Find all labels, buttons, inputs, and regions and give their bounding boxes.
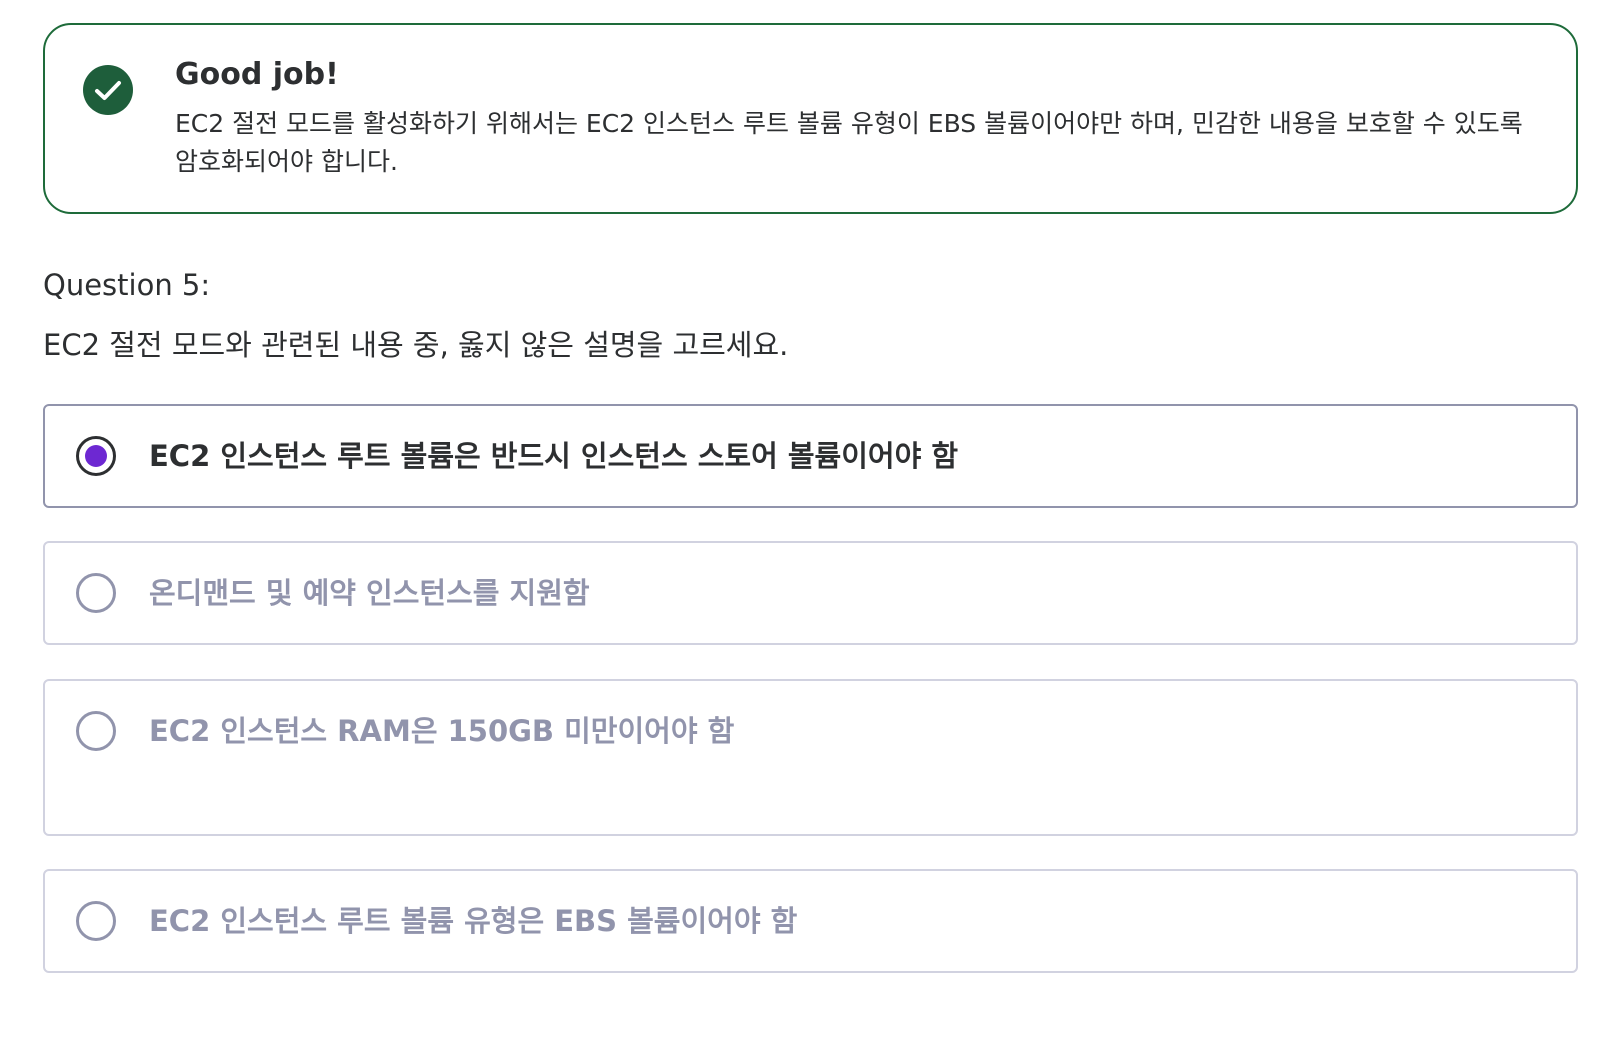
answer-option-4[interactable]: EC2 인스턴스 루트 볼륨 유형은 EBS 볼륨이어야 함 — [43, 869, 1578, 973]
answer-option-2[interactable]: 온디맨드 및 예약 인스턴스를 지원함 — [43, 541, 1578, 645]
feedback-explanation: EC2 절전 모드를 활성화하기 위해서는 EC2 인스턴스 루트 볼륨 유형이… — [175, 109, 1523, 176]
answer-option-label: EC2 인스턴스 루트 볼륨은 반드시 인스턴스 스토어 볼륨이어야 함 — [149, 439, 959, 473]
answer-option-1[interactable]: EC2 인스턴스 루트 볼륨은 반드시 인스턴스 스토어 볼륨이어야 함 — [43, 404, 1578, 508]
radio-button[interactable] — [76, 573, 116, 613]
radio-button[interactable] — [76, 436, 116, 476]
question-prompt: EC2 절전 모드와 관련된 내용 중, 옳지 않은 설명을 고르세요. — [43, 328, 789, 362]
radio-selected-dot — [85, 445, 107, 467]
answer-option-label: EC2 인스턴스 RAM은 150GB 미만이어야 함 — [149, 714, 735, 748]
question-number: Question 5: — [43, 268, 211, 302]
check-circle-icon — [83, 65, 133, 115]
radio-button[interactable] — [76, 711, 116, 751]
feedback-alert: Good job! EC2 절전 모드를 활성화하기 위해서는 EC2 인스턴스… — [43, 23, 1578, 214]
answer-option-3[interactable]: EC2 인스턴스 RAM은 150GB 미만이어야 함 — [43, 679, 1578, 836]
answer-option-label: 온디맨드 및 예약 인스턴스를 지원함 — [149, 576, 590, 610]
radio-button[interactable] — [76, 901, 116, 941]
answer-option-label: EC2 인스턴스 루트 볼륨 유형은 EBS 볼륨이어야 함 — [149, 904, 798, 938]
feedback-title: Good job! — [175, 57, 339, 92]
